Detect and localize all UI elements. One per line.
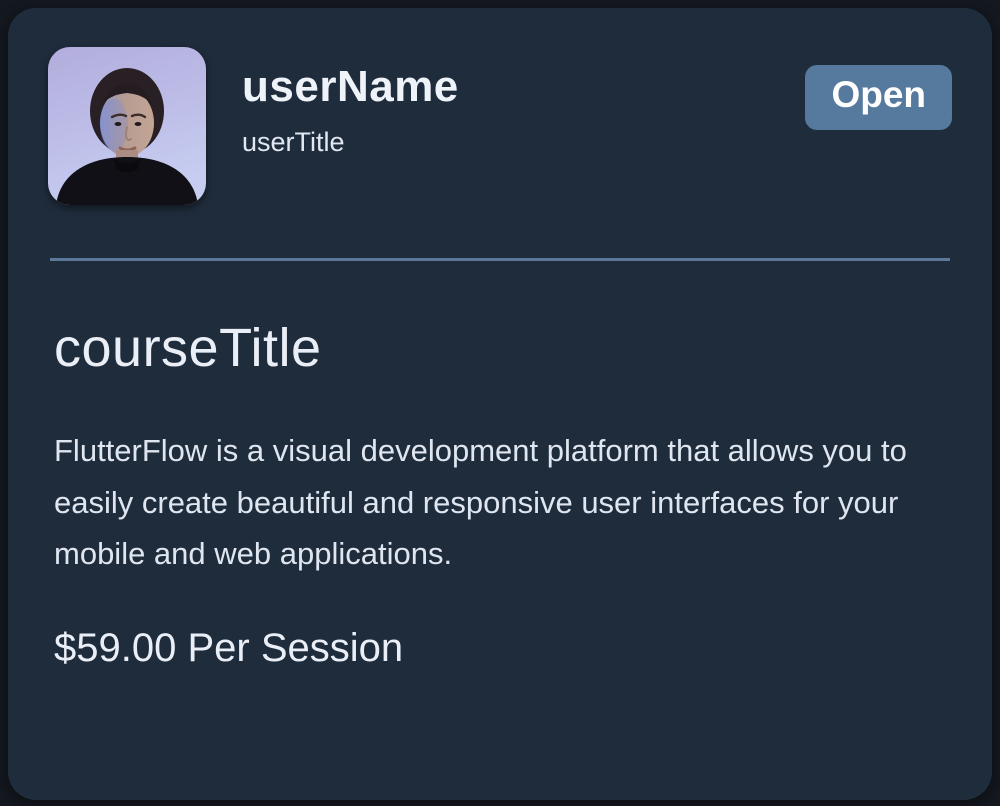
open-button[interactable]: Open	[805, 65, 952, 130]
divider	[50, 258, 950, 261]
course-card: userName userTitle Open courseTitle Flut…	[8, 8, 992, 800]
user-title: userTitle	[242, 126, 345, 157]
user-avatar	[48, 47, 206, 205]
course-title: courseTitle	[54, 318, 322, 378]
screen-background: userName userTitle Open courseTitle Flut…	[0, 0, 1000, 806]
user-name: userName	[242, 62, 459, 111]
course-price: $59.00 Per Session	[54, 626, 404, 671]
card-header: userName userTitle Open	[48, 47, 952, 205]
user-portrait-image	[48, 47, 206, 205]
user-info: userName userTitle	[242, 61, 805, 158]
course-description: FlutterFlow is a visual development plat…	[54, 433, 907, 571]
